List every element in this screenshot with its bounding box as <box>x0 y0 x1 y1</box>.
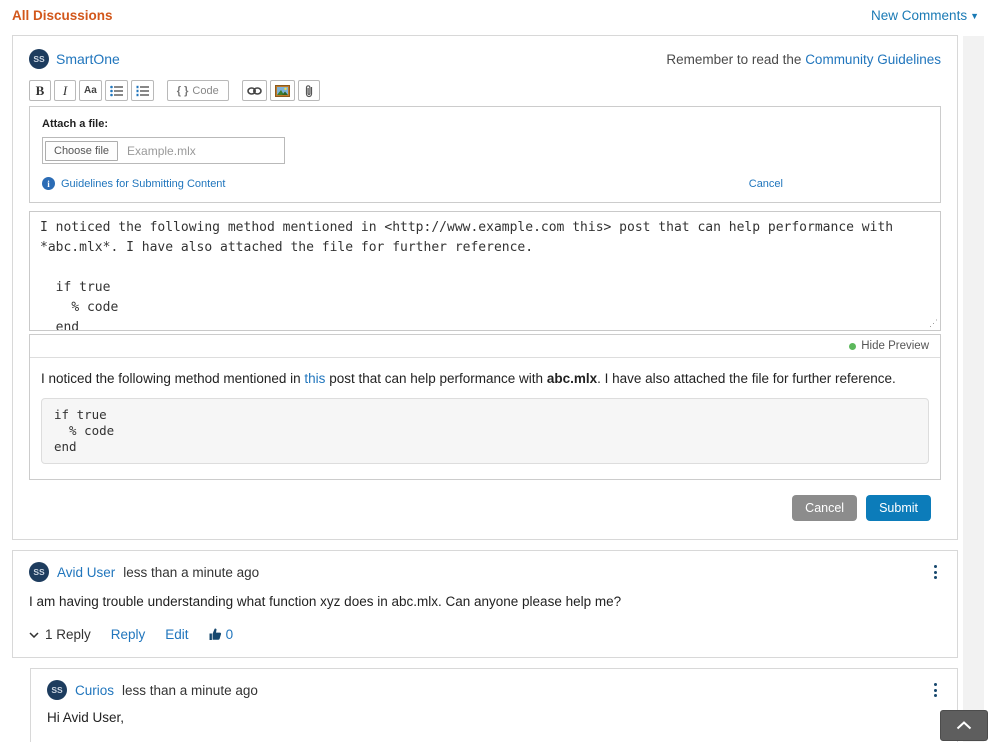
bulleted-list-icon <box>110 85 123 97</box>
sort-label: New Comments <box>871 8 967 23</box>
chevron-up-icon <box>956 721 972 730</box>
comment-body-textarea[interactable]: I noticed the following method mentioned… <box>29 211 941 331</box>
submit-button[interactable]: Submit <box>866 495 931 521</box>
comment-timestamp: less than a minute ago <box>123 565 259 580</box>
image-icon <box>275 85 290 97</box>
editor-textarea-wrap: I noticed the following method mentioned… <box>29 211 941 331</box>
preview-text: post that can help performance with <box>325 371 546 386</box>
reply-options-menu[interactable] <box>930 681 941 699</box>
font-style-button[interactable]: Aa <box>79 80 102 101</box>
reminder-text: Remember to read the <box>666 52 805 67</box>
image-button[interactable] <box>270 80 295 101</box>
preview-status-dot-icon <box>849 343 856 350</box>
attach-panel-footer: i Guidelines for Submitting Content Canc… <box>42 177 928 190</box>
editor-header: SS SmartOne Remember to read the Communi… <box>29 49 941 69</box>
numbered-list-button[interactable] <box>131 80 154 101</box>
avatar: SS <box>29 49 49 69</box>
preview-text: I noticed the following method mentioned… <box>41 371 304 386</box>
resize-handle-icon[interactable]: ⋰ <box>929 319 938 328</box>
preview-code-block: if true % code end <box>41 398 929 464</box>
code-braces: { } <box>177 85 189 97</box>
reply-card: SS Curios less than a minute ago Hi Avid… <box>30 668 958 742</box>
editor-author: SS SmartOne <box>29 49 120 69</box>
preview-bold-filename: abc.mlx <box>547 371 597 386</box>
file-input[interactable]: Choose file Example.mlx <box>42 137 285 164</box>
page-title: All Discussions <box>12 8 113 23</box>
bold-button[interactable]: B <box>29 80 51 101</box>
avatar: SS <box>29 562 49 582</box>
numbered-list-icon <box>136 85 149 97</box>
preview-this-link[interactable]: this <box>304 371 325 386</box>
scrollbar-track[interactable] <box>963 36 984 742</box>
link-button[interactable] <box>242 80 267 101</box>
comment-editor-card: SS SmartOne Remember to read the Communi… <box>12 35 958 540</box>
formatting-toolbar: B I Aa { }Code <box>29 80 941 101</box>
preview-text: . I have also attached the file for furt… <box>597 371 896 386</box>
reply-line-1: Hi Avid User, <box>47 710 941 725</box>
attach-file-panel: Attach a file: Choose file Example.mlx i… <box>29 106 941 203</box>
comment-card: SS Avid User less than a minute ago I am… <box>12 550 958 658</box>
bulleted-list-button[interactable] <box>105 80 128 101</box>
topbar: All Discussions New Comments▼ <box>0 0 993 29</box>
choose-file-button[interactable]: Choose file <box>45 141 118 161</box>
reply-author-link[interactable]: Curios <box>75 683 114 698</box>
preview-header: Hide Preview <box>30 335 940 358</box>
edit-link[interactable]: Edit <box>165 627 188 642</box>
italic-button[interactable]: I <box>54 80 76 101</box>
comment-footer: 1 Reply Reply Edit 0 <box>29 627 941 642</box>
scroll-to-top-button[interactable] <box>940 710 988 741</box>
like-button[interactable]: 0 <box>209 627 234 642</box>
chevron-down-icon <box>29 632 39 638</box>
reply-header: SS Curios less than a minute ago <box>47 680 941 700</box>
code-button[interactable]: { }Code <box>167 80 229 101</box>
chevron-down-icon: ▼ <box>970 11 979 21</box>
info-icon: i <box>42 177 55 190</box>
thumbs-up-icon <box>209 628 222 641</box>
comment-body: I am having trouble understanding what f… <box>29 594 941 609</box>
comment-options-menu[interactable] <box>930 563 941 581</box>
editor-actions: Cancel Submit <box>29 495 931 521</box>
new-comments-sort-dropdown[interactable]: New Comments▼ <box>871 8 979 23</box>
code-label: Code <box>192 85 218 97</box>
submitting-content-guidelines-link[interactable]: Guidelines for Submitting Content <box>61 178 225 190</box>
cancel-button[interactable]: Cancel <box>792 495 857 521</box>
community-guidelines-link[interactable]: Community Guidelines <box>805 52 941 67</box>
replies-toggle[interactable]: 1 Reply <box>29 627 91 642</box>
like-count: 0 <box>226 627 234 642</box>
file-placeholder: Example.mlx <box>127 144 196 158</box>
preview-body: I noticed the following method mentioned… <box>30 358 940 479</box>
author-name-link[interactable]: SmartOne <box>56 51 120 67</box>
preview-panel: Hide Preview I noticed the following met… <box>29 334 941 480</box>
attach-file-label: Attach a file: <box>42 118 928 130</box>
comment-header: SS Avid User less than a minute ago <box>29 562 941 582</box>
preview-paragraph: I noticed the following method mentioned… <box>41 371 929 386</box>
avatar: SS <box>47 680 67 700</box>
paperclip-icon <box>304 84 314 98</box>
guidelines-reminder: Remember to read the Community Guideline… <box>666 52 941 67</box>
attach-file-button[interactable] <box>298 80 320 101</box>
hide-preview-toggle[interactable]: Hide Preview <box>861 340 929 352</box>
attach-cancel-link[interactable]: Cancel <box>749 178 783 190</box>
replies-count-label: 1 Reply <box>45 627 91 642</box>
reply-timestamp: less than a minute ago <box>122 683 258 698</box>
reply-link[interactable]: Reply <box>111 627 146 642</box>
comment-author-link[interactable]: Avid User <box>57 565 115 580</box>
link-icon <box>247 86 262 96</box>
